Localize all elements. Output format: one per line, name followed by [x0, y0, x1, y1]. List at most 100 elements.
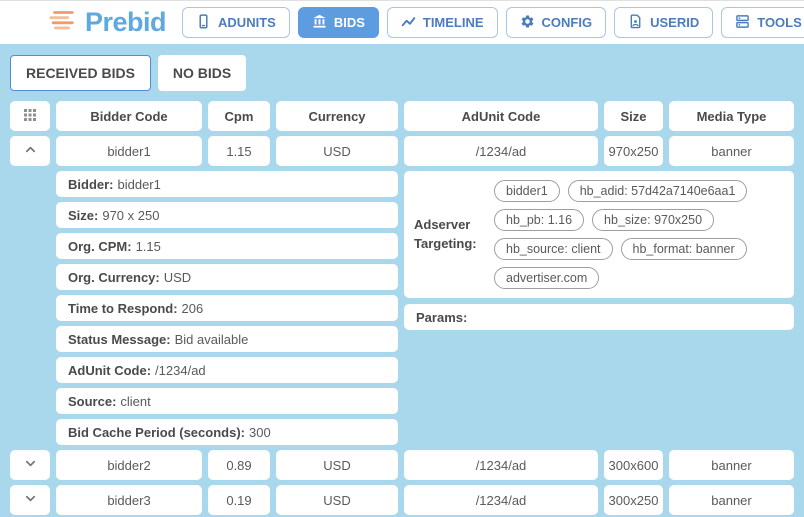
detail-value: 206	[182, 301, 204, 316]
detail-label: Org. CPM:	[68, 239, 132, 254]
contact-page-icon	[628, 14, 643, 32]
cpm-cell: 0.19	[208, 485, 270, 515]
expand-row-button[interactable]	[10, 450, 50, 480]
detail-label: Bidder:	[68, 177, 114, 192]
top-navbar: Prebid ADUNITS BIDS	[0, 0, 804, 44]
detail-field-org-currency: Org. Currency: USD	[56, 264, 398, 290]
bids-tabs: RECEIVED BIDS NO BIDS	[10, 55, 794, 91]
grid-handle-icon	[23, 108, 37, 125]
detail-value: 970 x 250	[102, 208, 159, 223]
detail-field-bidder: Bidder: bidder1	[56, 171, 398, 197]
table-row: bidder3 0.19 USD /1234/ad 300x250 banner	[10, 485, 794, 515]
detail-field-time-to-respond: Time to Respond: 206	[56, 295, 398, 321]
detail-label: AdUnit Code:	[68, 363, 151, 378]
nav-tools-label: TOOLS	[757, 15, 802, 30]
nav-config-label: CONFIG	[542, 15, 593, 30]
detail-label: Status Message:	[68, 332, 171, 347]
targeting-chip: advertiser.com	[494, 267, 599, 289]
targeting-chip: hb_source: client	[494, 238, 613, 260]
bank-icon	[312, 14, 327, 32]
table-row: bidder1 1.15 USD /1234/ad 970x250 banner	[10, 136, 794, 166]
media-type-cell: banner	[669, 485, 794, 515]
bidder-code-cell: bidder2	[56, 450, 202, 480]
column-header-currency: Currency	[276, 101, 398, 131]
currency-cell: USD	[276, 485, 398, 515]
size-cell: 300x600	[604, 450, 663, 480]
detail-label: Org. Currency:	[68, 270, 160, 285]
bid-details-targeting: Adserver Targeting: bidder1 hb_adid: 57d…	[404, 171, 794, 445]
cpm-cell: 0.89	[208, 450, 270, 480]
nav-bids-label: BIDS	[334, 15, 365, 30]
media-type-cell: banner	[669, 136, 794, 166]
server-stack-icon	[735, 14, 750, 32]
bid-details-panel: Bidder: bidder1 Size: 970 x 250 Org. CPM…	[10, 171, 794, 445]
expand-row-button[interactable]	[10, 485, 50, 515]
detail-value: /1234/ad	[155, 363, 206, 378]
detail-field-status-message: Status Message: Bid available	[56, 326, 398, 352]
detail-field-source: Source: client	[56, 388, 398, 414]
detail-field-size: Size: 970 x 250	[56, 202, 398, 228]
nav-userid-label: USERID	[650, 15, 699, 30]
tab-no-bids[interactable]: NO BIDS	[158, 55, 246, 91]
detail-value: 300	[249, 425, 271, 440]
params-label: Params:	[416, 310, 467, 325]
media-type-cell: banner	[669, 450, 794, 480]
nav-adunits-label: ADUNITS	[218, 15, 276, 30]
adunit-code-cell: /1234/ad	[404, 485, 598, 515]
chevron-up-icon	[24, 143, 37, 159]
column-header-size: Size	[604, 101, 663, 131]
bids-panel: RECEIVED BIDS NO BIDS Bidder Code Cpm Cu…	[0, 44, 804, 515]
detail-label: Bid Cache Period (seconds):	[68, 425, 245, 440]
targeting-chip: hb_size: 970x250	[592, 209, 714, 231]
detail-label: Time to Respond:	[68, 301, 178, 316]
bidder-code-cell: bidder1	[56, 136, 202, 166]
detail-value: client	[120, 394, 150, 409]
main-nav: ADUNITS BIDS TIMELINE	[182, 7, 804, 38]
nav-config-button[interactable]: CONFIG	[506, 7, 607, 38]
currency-cell: USD	[276, 136, 398, 166]
detail-label: Size:	[68, 208, 98, 223]
targeting-chip: hb_pb: 1.16	[494, 209, 584, 231]
nav-bids-button[interactable]: BIDS	[298, 7, 379, 38]
currency-cell: USD	[276, 450, 398, 480]
logo-text: Prebid	[85, 7, 166, 38]
cpm-cell: 1.15	[208, 136, 270, 166]
nav-timeline-label: TIMELINE	[423, 15, 484, 30]
detail-field-adunit-code: AdUnit Code: /1234/ad	[56, 357, 398, 383]
size-cell: 970x250	[604, 136, 663, 166]
adserver-targeting-box: Adserver Targeting: bidder1 hb_adid: 57d…	[404, 171, 794, 298]
targeting-chip: hb_format: banner	[621, 238, 747, 260]
targeting-chip: bidder1	[494, 180, 560, 202]
adunit-code-cell: /1234/ad	[404, 450, 598, 480]
bidder-code-cell: bidder3	[56, 485, 202, 515]
column-options-button[interactable]	[10, 101, 50, 131]
column-header-bidder-code: Bidder Code	[56, 101, 202, 131]
smartphone-icon	[196, 14, 211, 32]
gear-icon	[520, 14, 535, 32]
detail-value: bidder1	[118, 177, 161, 192]
chevron-down-icon	[24, 457, 37, 473]
detail-value: 1.15	[136, 239, 161, 254]
params-box: Params:	[404, 304, 794, 330]
size-cell: 300x250	[604, 485, 663, 515]
detail-field-bid-cache-period: Bid Cache Period (seconds): 300	[56, 419, 398, 445]
tab-received-bids[interactable]: RECEIVED BIDS	[10, 55, 151, 91]
prebid-lines-icon	[48, 8, 76, 37]
bid-details-fields: Bidder: bidder1 Size: 970 x 250 Org. CPM…	[56, 171, 398, 445]
nav-timeline-button[interactable]: TIMELINE	[387, 7, 498, 38]
adserver-targeting-label: Adserver Targeting:	[414, 216, 484, 252]
detail-label: Source:	[68, 394, 116, 409]
targeting-chips: bidder1 hb_adid: 57d42a7140e6aa1 hb_pb: …	[494, 180, 784, 289]
table-row: bidder2 0.89 USD /1234/ad 300x600 banner	[10, 450, 794, 480]
nav-adunits-button[interactable]: ADUNITS	[182, 7, 290, 38]
adunit-code-cell: /1234/ad	[404, 136, 598, 166]
table-header-row: Bidder Code Cpm Currency AdUnit Code Siz…	[10, 101, 794, 131]
nav-tools-button[interactable]: TOOLS	[721, 7, 804, 38]
column-header-media-type: Media Type	[669, 101, 794, 131]
collapse-row-button[interactable]	[10, 136, 50, 166]
line-chart-icon	[401, 14, 416, 32]
detail-value: Bid available	[175, 332, 249, 347]
prebid-logo: Prebid	[48, 7, 166, 38]
column-header-adunit-code: AdUnit Code	[404, 101, 598, 131]
nav-userid-button[interactable]: USERID	[614, 7, 713, 38]
